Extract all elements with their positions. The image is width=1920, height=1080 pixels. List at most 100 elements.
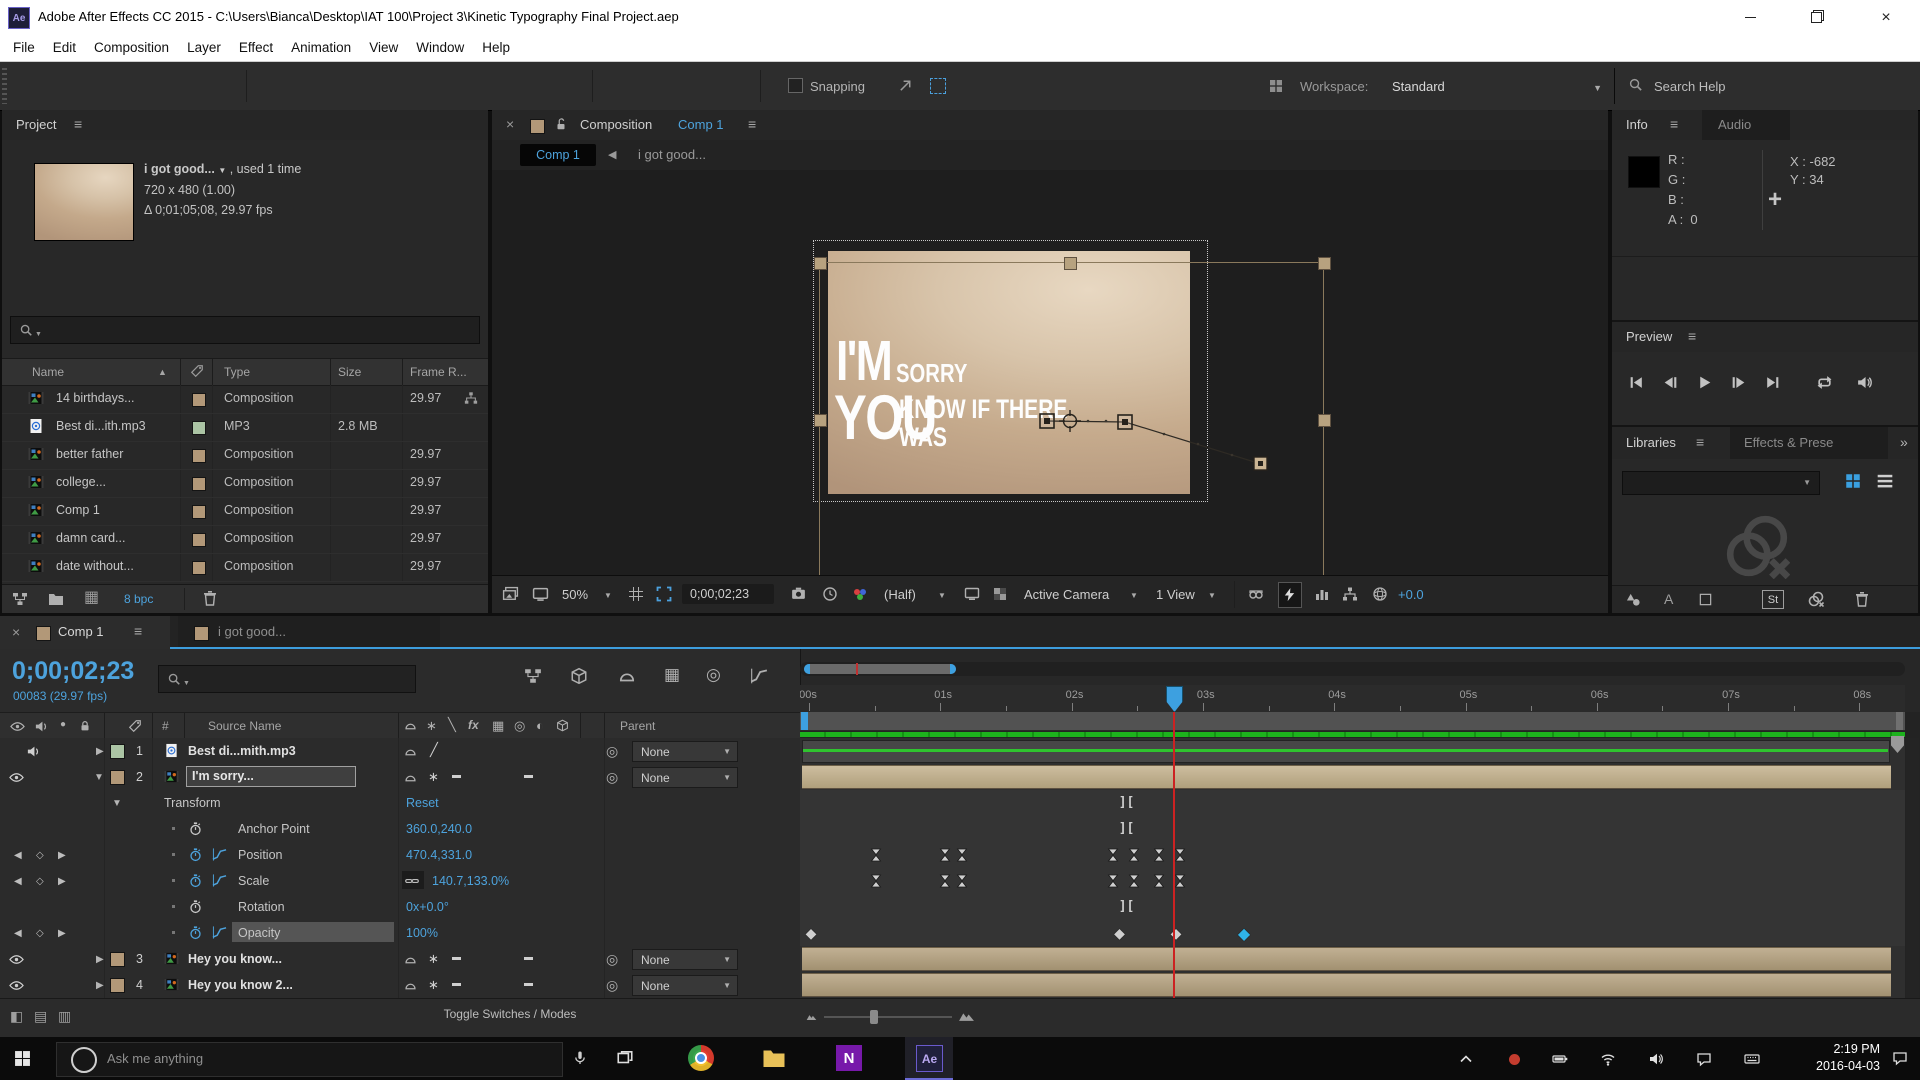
camera-select[interactable]: Active Camera: [1024, 587, 1109, 602]
expand-transfer-controls-icon[interactable]: ▤: [34, 1009, 47, 1023]
timeline-button-icon[interactable]: [1314, 586, 1330, 602]
menu-animation[interactable]: Animation: [282, 35, 360, 60]
layer-row-3[interactable]: ▶ 3 Hey you know... ∗ ◎ None ▼: [0, 946, 800, 973]
resolution-arrow-icon[interactable]: ▼: [938, 591, 946, 600]
transparency-grid-icon[interactable]: [992, 586, 1008, 602]
project-row-tag[interactable]: [192, 393, 206, 407]
column-size[interactable]: Size: [338, 365, 361, 379]
stopwatch-icon[interactable]: [188, 873, 203, 888]
zoom-in-icon[interactable]: [958, 1007, 975, 1024]
viewer-close-icon[interactable]: ×: [506, 116, 514, 132]
wifi-icon[interactable]: [1600, 1051, 1616, 1067]
shy-switch[interactable]: [404, 745, 417, 758]
prev-keyframe-icon[interactable]: ◀: [14, 850, 22, 861]
composition-canvas[interactable]: I'M SORRY YOU KNOW IF THERE WAS: [492, 170, 1608, 575]
tab-info[interactable]: Info: [1626, 117, 1648, 132]
rotation-label[interactable]: Rotation: [238, 900, 285, 914]
flowchart-button-icon[interactable]: [1342, 586, 1358, 602]
close-button[interactable]: ×: [1852, 0, 1920, 35]
position-row[interactable]: ◀ ◇ ▶ Position 470.4,331.0: [0, 842, 800, 869]
snap-box-icon[interactable]: [930, 78, 946, 94]
battery-icon[interactable]: [1552, 1051, 1568, 1067]
chrome-button[interactable]: [688, 1045, 714, 1071]
grid-view-icon[interactable]: [1844, 472, 1862, 490]
task-view-button[interactable]: [616, 1049, 634, 1067]
onenote-button[interactable]: N: [836, 1045, 862, 1071]
audio-button[interactable]: [1856, 374, 1873, 391]
keyframe-hourglass[interactable]: [938, 874, 952, 888]
zoom-out-icon[interactable]: [806, 1011, 817, 1022]
timeline-search-field[interactable]: ▼: [158, 665, 416, 693]
graph-editor-icon[interactable]: [750, 667, 768, 685]
keyframe-hourglass[interactable]: [1127, 874, 1141, 888]
keyframe-hourglass[interactable]: [955, 848, 969, 862]
tab-effects-presets[interactable]: Effects & Prese: [1730, 427, 1888, 459]
graph-icon[interactable]: [212, 925, 227, 940]
project-row[interactable]: date without... Composition 29.97: [2, 553, 488, 582]
motion-blur-switch[interactable]: [524, 957, 533, 960]
camera-arrow-icon[interactable]: ▼: [1130, 591, 1138, 600]
project-row-name[interactable]: college...: [56, 475, 106, 489]
lane-transform[interactable]: [800, 790, 1905, 817]
lane-layer-4[interactable]: [800, 972, 1905, 999]
project-row-name[interactable]: Best di...ith.mp3: [56, 419, 146, 433]
scale-row[interactable]: ◀ ◇ ▶ Scale 140.7,133.0%: [0, 868, 800, 895]
layer-color-chip[interactable]: [110, 770, 125, 785]
collapse-switch[interactable]: ∗: [428, 770, 439, 783]
next-frame-button[interactable]: [1730, 374, 1747, 391]
timeline-nav-thumb[interactable]: [804, 664, 956, 674]
project-row-tag[interactable]: [192, 449, 206, 463]
restore-button[interactable]: [1788, 0, 1844, 35]
layer-color-chip[interactable]: [110, 744, 125, 759]
position-label[interactable]: Position: [238, 848, 282, 862]
group-expander[interactable]: ▼: [112, 798, 122, 809]
project-row-name[interactable]: date without...: [56, 559, 134, 573]
add-keyframe-icon[interactable]: ◇: [36, 876, 44, 887]
layer-expander[interactable]: ▶: [96, 746, 104, 757]
always-preview-icon[interactable]: [502, 586, 519, 603]
magnification-select[interactable]: 50%: [562, 587, 588, 602]
keyframe-hourglass[interactable]: [955, 874, 969, 888]
project-row-tag[interactable]: [192, 421, 206, 435]
libraries-filter-select[interactable]: ▼: [1622, 471, 1820, 495]
menu-composition[interactable]: Composition: [85, 35, 178, 60]
parent-select[interactable]: None ▼: [632, 767, 738, 788]
position-value[interactable]: 470.4,331.0: [406, 848, 472, 862]
motion-path[interactable]: [492, 170, 1608, 575]
parent-select[interactable]: None ▼: [632, 949, 738, 970]
opacity-value[interactable]: 100%: [406, 926, 438, 940]
graph-icon[interactable]: [212, 847, 227, 862]
parent-select[interactable]: None ▼: [632, 975, 738, 996]
project-row-name[interactable]: damn card...: [56, 531, 125, 545]
scale-value[interactable]: 140.7,133.0%: [432, 874, 509, 888]
column-type[interactable]: Type: [224, 365, 250, 379]
layer-name[interactable]: Hey you know 2...: [188, 978, 293, 992]
project-row-name[interactable]: 14 birthdays...: [56, 391, 135, 405]
time-ruler[interactable]: 0:00s 01s 02s 03s 04s 05s 06s 07s 08s: [800, 685, 1905, 713]
collapse-switch[interactable]: ∗: [428, 978, 439, 991]
project-search-field[interactable]: ▼: [10, 316, 480, 344]
keyframe-hourglass[interactable]: [1152, 848, 1166, 862]
rotation-row[interactable]: Rotation 0x+0.0°: [0, 894, 800, 921]
shy-switch[interactable]: [404, 979, 417, 992]
link-dimensions-icon[interactable]: [402, 871, 424, 889]
parent-pickwhip-icon[interactable]: ◎: [606, 770, 618, 784]
project-row-tag[interactable]: [192, 477, 206, 491]
layer-color-chip[interactable]: [110, 952, 125, 967]
show-snapshot-icon[interactable]: [822, 586, 838, 602]
status-red-icon[interactable]: [1509, 1054, 1520, 1065]
viewer-panel-title[interactable]: Composition: [580, 117, 652, 132]
project-flowchart-icon[interactable]: [12, 591, 28, 607]
exposure-value[interactable]: +0.0: [1398, 587, 1424, 602]
next-keyframe-icon[interactable]: ▶: [58, 928, 66, 939]
keyframe-diamond-selected[interactable]: ◆: [1238, 924, 1250, 944]
collapse-switch[interactable]: ∗: [428, 952, 439, 965]
pixel-aspect-icon[interactable]: [1248, 586, 1264, 602]
roi-icon[interactable]: [656, 586, 672, 602]
anchor-point-value[interactable]: 360.0,240.0: [406, 822, 472, 836]
transform-group-row[interactable]: ▼ Transform Reset: [0, 790, 800, 817]
project-row-tag[interactable]: [192, 505, 206, 519]
visibility-icon[interactable]: [9, 770, 24, 785]
viewer-panel-comp[interactable]: Comp 1: [678, 117, 724, 132]
start-button[interactable]: [14, 1050, 31, 1067]
